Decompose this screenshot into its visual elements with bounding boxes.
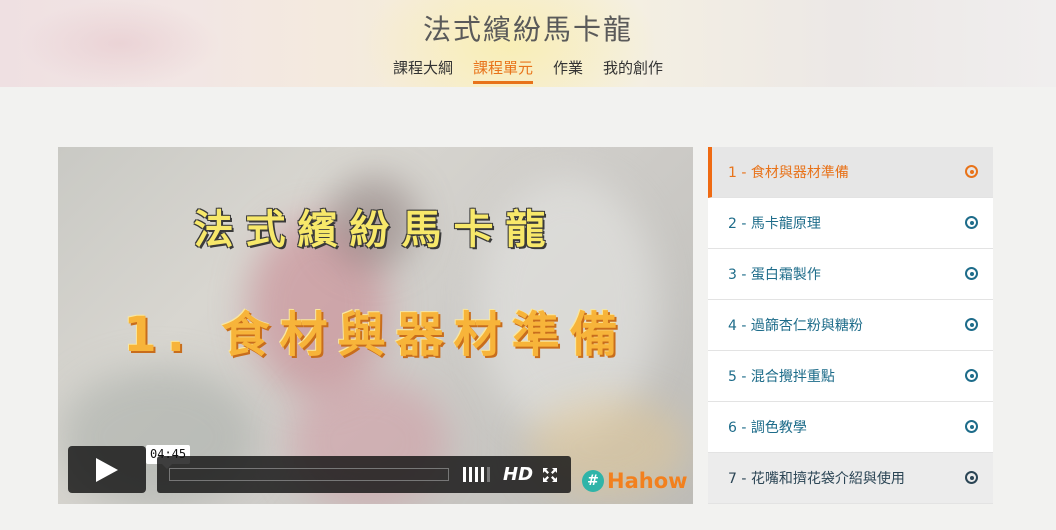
play-circle-icon: [965, 369, 978, 382]
lesson-item-2[interactable]: 2 - 馬卡龍原理: [708, 198, 993, 249]
lesson-item-5[interactable]: 5 - 混合攪拌重點: [708, 351, 993, 402]
play-circle-icon: [965, 216, 978, 229]
play-circle-icon: [965, 165, 978, 178]
tab-my-creations[interactable]: 我的創作: [603, 57, 663, 84]
course-nav: 課程大綱 課程單元 作業 我的創作: [0, 57, 1056, 84]
lesson-label: 1 - 食材與器材準備: [728, 165, 849, 181]
lesson-item-4[interactable]: 4 - 過篩杏仁粉與糖粉: [708, 300, 993, 351]
play-circle-icon: [965, 267, 978, 280]
hd-toggle[interactable]: HD: [503, 464, 533, 485]
course-header: 法式繽紛馬卡龍 課程大綱 課程單元 作業 我的創作: [0, 0, 1056, 87]
lesson-label: 3 - 蛋白霜製作: [728, 267, 821, 283]
lesson-list: 1 - 食材與器材準備 2 - 馬卡龍原理 3 - 蛋白霜製作 4 - 過篩杏仁…: [708, 147, 993, 504]
lesson-item-1[interactable]: 1 - 食材與器材準備: [708, 147, 993, 198]
tab-units[interactable]: 課程單元: [472, 57, 533, 84]
play-circle-icon: [965, 420, 978, 433]
video-controls: HD: [157, 456, 571, 493]
lesson-item-6[interactable]: 6 - 調色教學: [708, 402, 993, 453]
lesson-label: 4 - 過篩杏仁粉與糖粉: [728, 318, 863, 334]
volume-icon[interactable]: [463, 467, 490, 482]
play-circle-icon: [965, 471, 978, 484]
course-title: 法式繽紛馬卡龍: [422, 13, 633, 46]
lesson-label: 6 - 調色教學: [728, 420, 807, 436]
video-player[interactable]: 法式繽紛馬卡龍 1. 食材與器材準備 04:45 HD Hahow: [58, 147, 693, 504]
lesson-label: 2 - 馬卡龍原理: [728, 216, 821, 232]
hahow-logo: Hahow: [582, 469, 688, 493]
lesson-item-3[interactable]: 3 - 蛋白霜製作: [708, 249, 993, 300]
play-circle-icon: [965, 318, 978, 331]
play-icon: [96, 458, 118, 482]
lesson-item-7[interactable]: 7 - 花嘴和擠花袋介紹與使用: [708, 453, 993, 504]
lesson-label: 7 - 花嘴和擠花袋介紹與使用: [728, 471, 905, 487]
hahow-logo-icon: [582, 470, 604, 492]
tab-outline[interactable]: 課程大綱: [393, 57, 453, 84]
play-button[interactable]: [68, 446, 146, 493]
fullscreen-icon[interactable]: [543, 467, 557, 486]
tab-assignments[interactable]: 作業: [553, 57, 583, 84]
video-title-course: 法式繽紛馬卡龍: [193, 207, 558, 253]
video-title-lesson: 1. 食材與器材準備: [123, 307, 628, 363]
lesson-label: 5 - 混合攪拌重點: [728, 369, 835, 385]
hahow-logo-text: Hahow: [607, 469, 688, 493]
progress-bar[interactable]: [169, 468, 449, 481]
